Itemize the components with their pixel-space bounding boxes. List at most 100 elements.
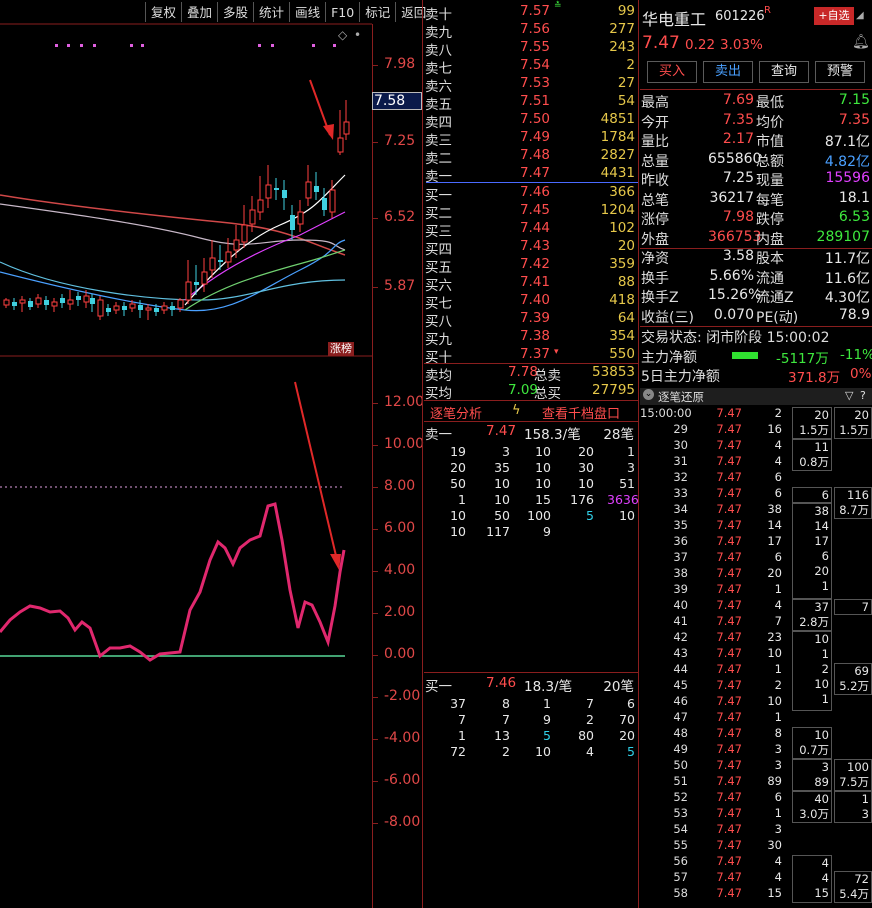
stat-value: 6.53 — [838, 209, 870, 225]
tick-price: 7.47 — [716, 758, 742, 772]
ask-row[interactable]: 卖一 7.47 4431 — [424, 165, 638, 185]
tick-price: 7.47 — [716, 518, 742, 532]
tick-price: 7.47 — [716, 582, 742, 596]
tick-group-value: 5.2万 — [839, 679, 869, 693]
bid-volume: 1204 — [600, 202, 635, 218]
query-button[interactable]: 查询 — [759, 61, 809, 83]
order-book: 卖十 7.57 ≛ 99 卖九 7.56 277 卖八 7.55 243 卖七 7.54 2 卖六 7.53… — [424, 0, 639, 908]
stat-label: 今开 — [641, 114, 669, 131]
zhangbang-badge[interactable]: 涨榜 — [328, 342, 354, 356]
indicator-axis-label: 0.00 — [384, 646, 416, 662]
queue-cell: 5 — [543, 728, 551, 743]
indicator-axis-label: 4.00 — [384, 562, 416, 578]
candle-body — [337, 137, 344, 153]
tick-time: 41 — [673, 614, 688, 628]
ask-row[interactable]: 卖六 7.53 27 — [424, 75, 638, 95]
tick-header: ⌄ 逐笔还原 ▽ ? — [640, 388, 872, 405]
tick-group-value: 37 — [814, 600, 829, 614]
tick-volume: 4 — [774, 438, 782, 452]
tick-group-value: 15 — [814, 886, 829, 900]
bid-row[interactable]: 买六 7.41 88 — [424, 274, 638, 294]
book-divider — [426, 182, 638, 183]
bid-row[interactable]: 买三 7.44 102 — [424, 220, 638, 240]
tick-group-value: 3 — [821, 760, 829, 774]
ask-row[interactable]: 卖三 7.49 1784 — [424, 129, 638, 149]
bell-icon[interactable]: 🔔︎ — [852, 34, 870, 50]
ask-row[interactable]: 卖八 7.55 243 — [424, 39, 638, 59]
tick-group-value: 17 — [814, 534, 829, 548]
bid-label: 买二 — [425, 206, 452, 222]
ask-row[interactable]: 卖七 7.54 2 — [424, 57, 638, 77]
bid-row[interactable]: 买十 7.37 ▾ 550 — [424, 346, 638, 366]
bid-row[interactable]: 买八 7.39 64 — [424, 310, 638, 330]
collapse-icon[interactable]: ⌄ — [643, 389, 654, 400]
tick-time: 40 — [673, 598, 688, 612]
tick-price: 7.47 — [716, 454, 742, 468]
tick-time: 56 — [673, 854, 688, 868]
queue-cell: 1 — [543, 696, 551, 711]
sell-button[interactable]: 卖出 — [703, 61, 753, 83]
tick-group-value: 20 — [854, 408, 869, 422]
candle-body — [19, 299, 26, 304]
price-axis-label: 6.52 — [384, 209, 416, 225]
queue-cell: 1 — [458, 728, 466, 743]
ask-label: 卖八 — [425, 43, 452, 59]
tick-volume: 3 — [774, 822, 782, 836]
tick-group-box: 11 0.8万 — [792, 439, 832, 471]
current-price-tag: 7.58 — [372, 92, 422, 110]
tick-group-value: 1 — [821, 647, 829, 661]
ask-row[interactable]: 卖五 7.51 54 — [424, 93, 638, 113]
stat-row: 涨停 7.98 跌停 6.53 — [640, 209, 872, 228]
stat-value: 36217 — [709, 189, 754, 206]
queue-cell: 20 — [578, 444, 594, 459]
queue-cell: 10 — [535, 744, 551, 759]
ask-price: 7.51 — [519, 93, 550, 109]
bid-label: 买九 — [425, 332, 452, 348]
candle-body — [297, 211, 304, 225]
bid-row[interactable]: 买二 7.45 1204 — [424, 202, 638, 222]
expand-icon[interactable]: ◢ — [856, 10, 864, 21]
queue-cell: 10 — [535, 460, 551, 475]
tick-price: 7.47 — [716, 838, 742, 852]
candle-body — [35, 297, 42, 305]
candle-body — [274, 188, 279, 190]
tick-group-value: 20 — [814, 408, 829, 422]
main-net-value: -5117万 — [776, 351, 829, 367]
tick-group-box: 3 89 — [792, 759, 832, 791]
ask-label: 卖三 — [425, 133, 452, 149]
tick-group-box: 6 — [792, 487, 832, 503]
buy-button[interactable]: 买入 — [647, 61, 697, 83]
tick-group-box: 40 3.0万 — [792, 791, 832, 823]
bid-row[interactable]: 买五 7.42 359 — [424, 256, 638, 276]
tab-depth-view[interactable]: 查看千档盘口 — [542, 403, 620, 422]
bid-price: 7.38 — [519, 328, 550, 344]
filter-icon[interactable]: ▽ — [845, 389, 853, 402]
ask-row[interactable]: 卖二 7.48 2827 — [424, 147, 638, 167]
candle-body — [170, 306, 175, 310]
tick-price: 7.47 — [716, 502, 742, 516]
stat-value: 7.69 — [722, 92, 754, 108]
add-watchlist-button[interactable]: +自选 — [814, 7, 854, 25]
indicator-axis-label: 6.00 — [384, 520, 416, 536]
bid-row[interactable]: 买七 7.40 418 — [424, 292, 638, 312]
candle-body — [122, 306, 127, 310]
stat-label: 市值 — [756, 134, 784, 150]
ask-row[interactable]: 卖九 7.56 277 — [424, 21, 638, 41]
ask-row[interactable]: 卖十 7.57 ≛ 99 — [424, 1, 638, 23]
tab-tick-analysis[interactable]: 逐笔分析 — [430, 403, 482, 422]
bid-row[interactable]: 买一 7.46 366 — [424, 184, 638, 204]
help-icon[interactable]: ? — [860, 389, 866, 402]
candle-body — [177, 299, 184, 309]
tick-group-box: 20 1.5万 — [792, 407, 832, 439]
queue-cell: 3 — [502, 444, 510, 459]
tick-price: 7.47 — [716, 886, 742, 900]
bid-row[interactable]: 买四 7.43 20 — [424, 238, 638, 258]
tick-time: 34 — [673, 502, 688, 516]
alert-button[interactable]: 预警 — [815, 61, 865, 83]
bid-row[interactable]: 买九 7.38 354 — [424, 328, 638, 348]
info-divider — [640, 89, 872, 90]
tick-price: 7.47 — [716, 566, 742, 580]
ask-row[interactable]: 卖四 7.50 4851 — [424, 111, 638, 131]
bid-price: 7.42 — [519, 256, 550, 272]
chart-canvas[interactable]: ◇ • — [0, 0, 372, 908]
